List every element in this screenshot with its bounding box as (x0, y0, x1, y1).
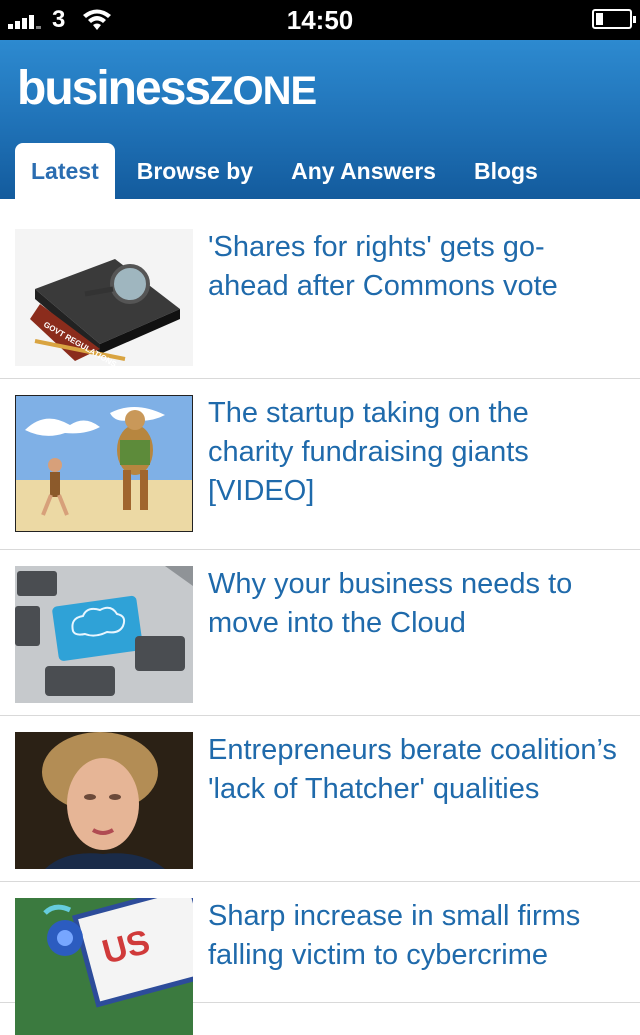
tab-latest[interactable]: Latest (15, 143, 115, 199)
clock: 14:50 (286, 5, 354, 35)
article-list: GOVT REGULATIONS 'Shares for rights' get… (0, 199, 640, 1035)
article-headline[interactable]: Entrepreneurs berate coalition’s 'lack o… (208, 731, 620, 809)
cloud-keyboard-key (15, 566, 193, 703)
article-headline[interactable]: Why your business needs to move into the… (208, 565, 620, 643)
tab-blogs[interactable]: Blogs (458, 143, 554, 199)
list-item[interactable]: Entrepreneurs berate coalition’s 'lack o… (0, 716, 640, 882)
businesszone-logo[interactable]: businessZONE (17, 61, 317, 116)
article-headline[interactable]: 'Shares for rights' gets go-ahead after … (208, 228, 620, 306)
logo-text-zone: ZONE (209, 69, 317, 113)
battery-icon (592, 9, 636, 29)
list-item[interactable]: GOVT REGULATIONS 'Shares for rights' get… (0, 199, 640, 379)
virus-illustration: US (15, 898, 193, 1035)
david-goliath-illustration (15, 395, 193, 532)
govt-regulations-folder-icon: GOVT REGULATIONS (15, 229, 193, 366)
status-bar: 3 14:50 (0, 0, 640, 40)
thatcher-portrait (15, 732, 193, 869)
list-item[interactable]: Why your business needs to move into the… (0, 550, 640, 716)
list-item[interactable]: The startup taking on the charity fundra… (0, 379, 640, 550)
app-header: businessZONE Latest Browse by Any Answer… (0, 40, 640, 199)
logo-text-business: business (17, 62, 211, 115)
list-item[interactable]: US Sharp increase in small firms falling… (0, 882, 640, 1035)
article-headline[interactable]: The startup taking on the charity fundra… (208, 394, 620, 511)
tab-any-answers[interactable]: Any Answers (275, 143, 452, 199)
article-headline[interactable]: Sharp increase in small firms falling vi… (208, 897, 620, 975)
tab-browse-by[interactable]: Browse by (121, 143, 269, 199)
tab-bar: Latest Browse by Any Answers Blogs (15, 143, 560, 199)
